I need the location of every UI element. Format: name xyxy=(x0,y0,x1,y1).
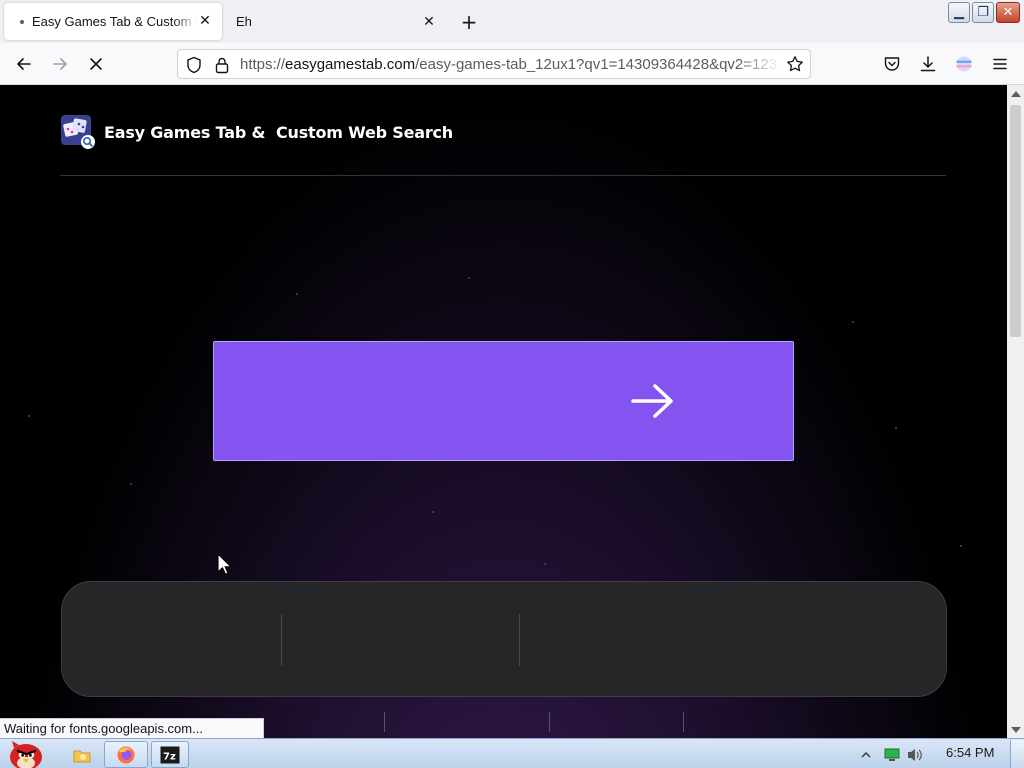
scrollbar-thumb[interactable] xyxy=(1010,105,1021,337)
speaker-icon xyxy=(908,748,922,761)
panel-separator xyxy=(519,614,520,666)
taskbar: 7z 6:54 PM xyxy=(0,738,1024,768)
taskbar-7zip[interactable]: 7z xyxy=(151,741,189,768)
url-scheme: https:// xyxy=(240,56,286,73)
menu-button[interactable] xyxy=(988,52,1012,76)
site-header[interactable]: Easy Games Tab & Custom Web Search xyxy=(60,115,453,149)
downloads-button[interactable] xyxy=(916,52,940,76)
tab-active[interactable]: Easy Games Tab & Custom Web Search ✕ xyxy=(4,3,222,40)
url-host: easygamestab.com xyxy=(285,56,416,73)
background-star xyxy=(544,563,546,565)
background-star xyxy=(852,321,854,323)
stop-icon xyxy=(90,58,102,70)
site-logo xyxy=(60,114,96,150)
site-title: Easy Games Tab & Custom Web Search xyxy=(104,122,453,142)
svg-text:7z: 7z xyxy=(163,751,176,762)
background-star xyxy=(960,545,962,547)
forward-arrow-icon xyxy=(53,58,67,70)
footer-separator xyxy=(384,712,385,732)
monitor-icon xyxy=(884,748,900,761)
firefox-icon xyxy=(117,746,135,763)
new-tab-button[interactable]: + xyxy=(458,12,480,34)
footer-separator xyxy=(683,712,684,732)
background-star xyxy=(130,483,132,485)
tab-close-icon[interactable]: ✕ xyxy=(196,12,214,30)
7zip-icon: 7z xyxy=(160,746,180,763)
back-arrow-icon xyxy=(17,58,31,70)
tab-title: Easy Games Tab & Custom Web Search xyxy=(32,14,198,29)
url-text[interactable]: https://easygamestab.com/easy-games-tab_… xyxy=(240,56,780,73)
background-star xyxy=(895,427,897,429)
window-controls: ▁ ❐ ✕ xyxy=(948,2,1020,23)
scroll-up-arrow-icon[interactable] xyxy=(1011,91,1021,97)
address-bar[interactable]: https://easygamestab.com/easy-games-tab_… xyxy=(177,49,811,79)
forward-button[interactable] xyxy=(48,52,72,76)
taskbar-clock[interactable]: 6:54 PM xyxy=(946,745,994,760)
volume-icon[interactable] xyxy=(904,741,926,768)
angry-birds-icon xyxy=(10,740,42,768)
background-star xyxy=(28,415,30,417)
taskbar-firefox[interactable] xyxy=(104,741,148,768)
tab-title: Eh xyxy=(236,14,252,29)
start-button[interactable] xyxy=(2,740,50,768)
tab-close-icon[interactable]: ✕ xyxy=(420,12,438,30)
shield-icon[interactable] xyxy=(186,56,202,74)
background-star xyxy=(296,293,298,295)
show-desktop-button[interactable] xyxy=(1010,740,1024,768)
loading-dot-icon xyxy=(20,19,24,24)
search-submit-button[interactable] xyxy=(213,341,794,461)
hamburger-menu-icon xyxy=(993,58,1007,70)
feature-panel xyxy=(61,581,947,697)
panel-separator xyxy=(281,614,282,666)
explorer-icon xyxy=(73,750,91,762)
download-icon xyxy=(920,56,936,72)
navigation-toolbar: https://easygamestab.com/easy-games-tab_… xyxy=(0,43,1024,85)
footer-separator xyxy=(549,712,550,732)
vertical-scrollbar[interactable] xyxy=(1007,85,1024,738)
mouse-cursor-icon xyxy=(217,553,232,575)
lock-icon[interactable] xyxy=(214,56,230,74)
back-button[interactable] xyxy=(12,52,36,76)
stop-button[interactable] xyxy=(84,52,108,76)
restore-button[interactable]: ❐ xyxy=(972,2,994,23)
tab-strip: Easy Games Tab & Custom Web Search ✕ Eh … xyxy=(0,0,1024,43)
arrow-right-icon xyxy=(631,384,673,418)
tab-second[interactable]: Eh ✕ xyxy=(224,3,446,40)
close-window-button[interactable]: ✕ xyxy=(996,2,1020,23)
minimize-button[interactable]: ▁ xyxy=(948,2,970,23)
tray-expand-icon[interactable] xyxy=(858,741,874,768)
chevron-up-icon xyxy=(861,751,871,757)
url-path: /easy-games-tab_12ux1?qv1=14309364428&qv… xyxy=(415,56,778,73)
games-search-logo-icon xyxy=(61,115,95,149)
bookmark-star-icon[interactable] xyxy=(786,55,804,73)
taskbar-explorer[interactable] xyxy=(68,741,96,768)
scroll-down-arrow-icon[interactable] xyxy=(1011,727,1021,733)
header-divider xyxy=(60,175,946,176)
background-star xyxy=(468,277,470,279)
background-star xyxy=(432,511,434,513)
pocket-icon xyxy=(884,57,900,71)
account-avatar-icon xyxy=(956,56,972,72)
status-bar: Waiting for fonts.googleapis.com... xyxy=(0,718,264,739)
network-icon[interactable] xyxy=(882,741,902,768)
pocket-button[interactable] xyxy=(880,52,904,76)
page-viewport: Easy Games Tab & Custom Web Search xyxy=(0,85,1007,738)
account-button[interactable] xyxy=(952,52,976,76)
